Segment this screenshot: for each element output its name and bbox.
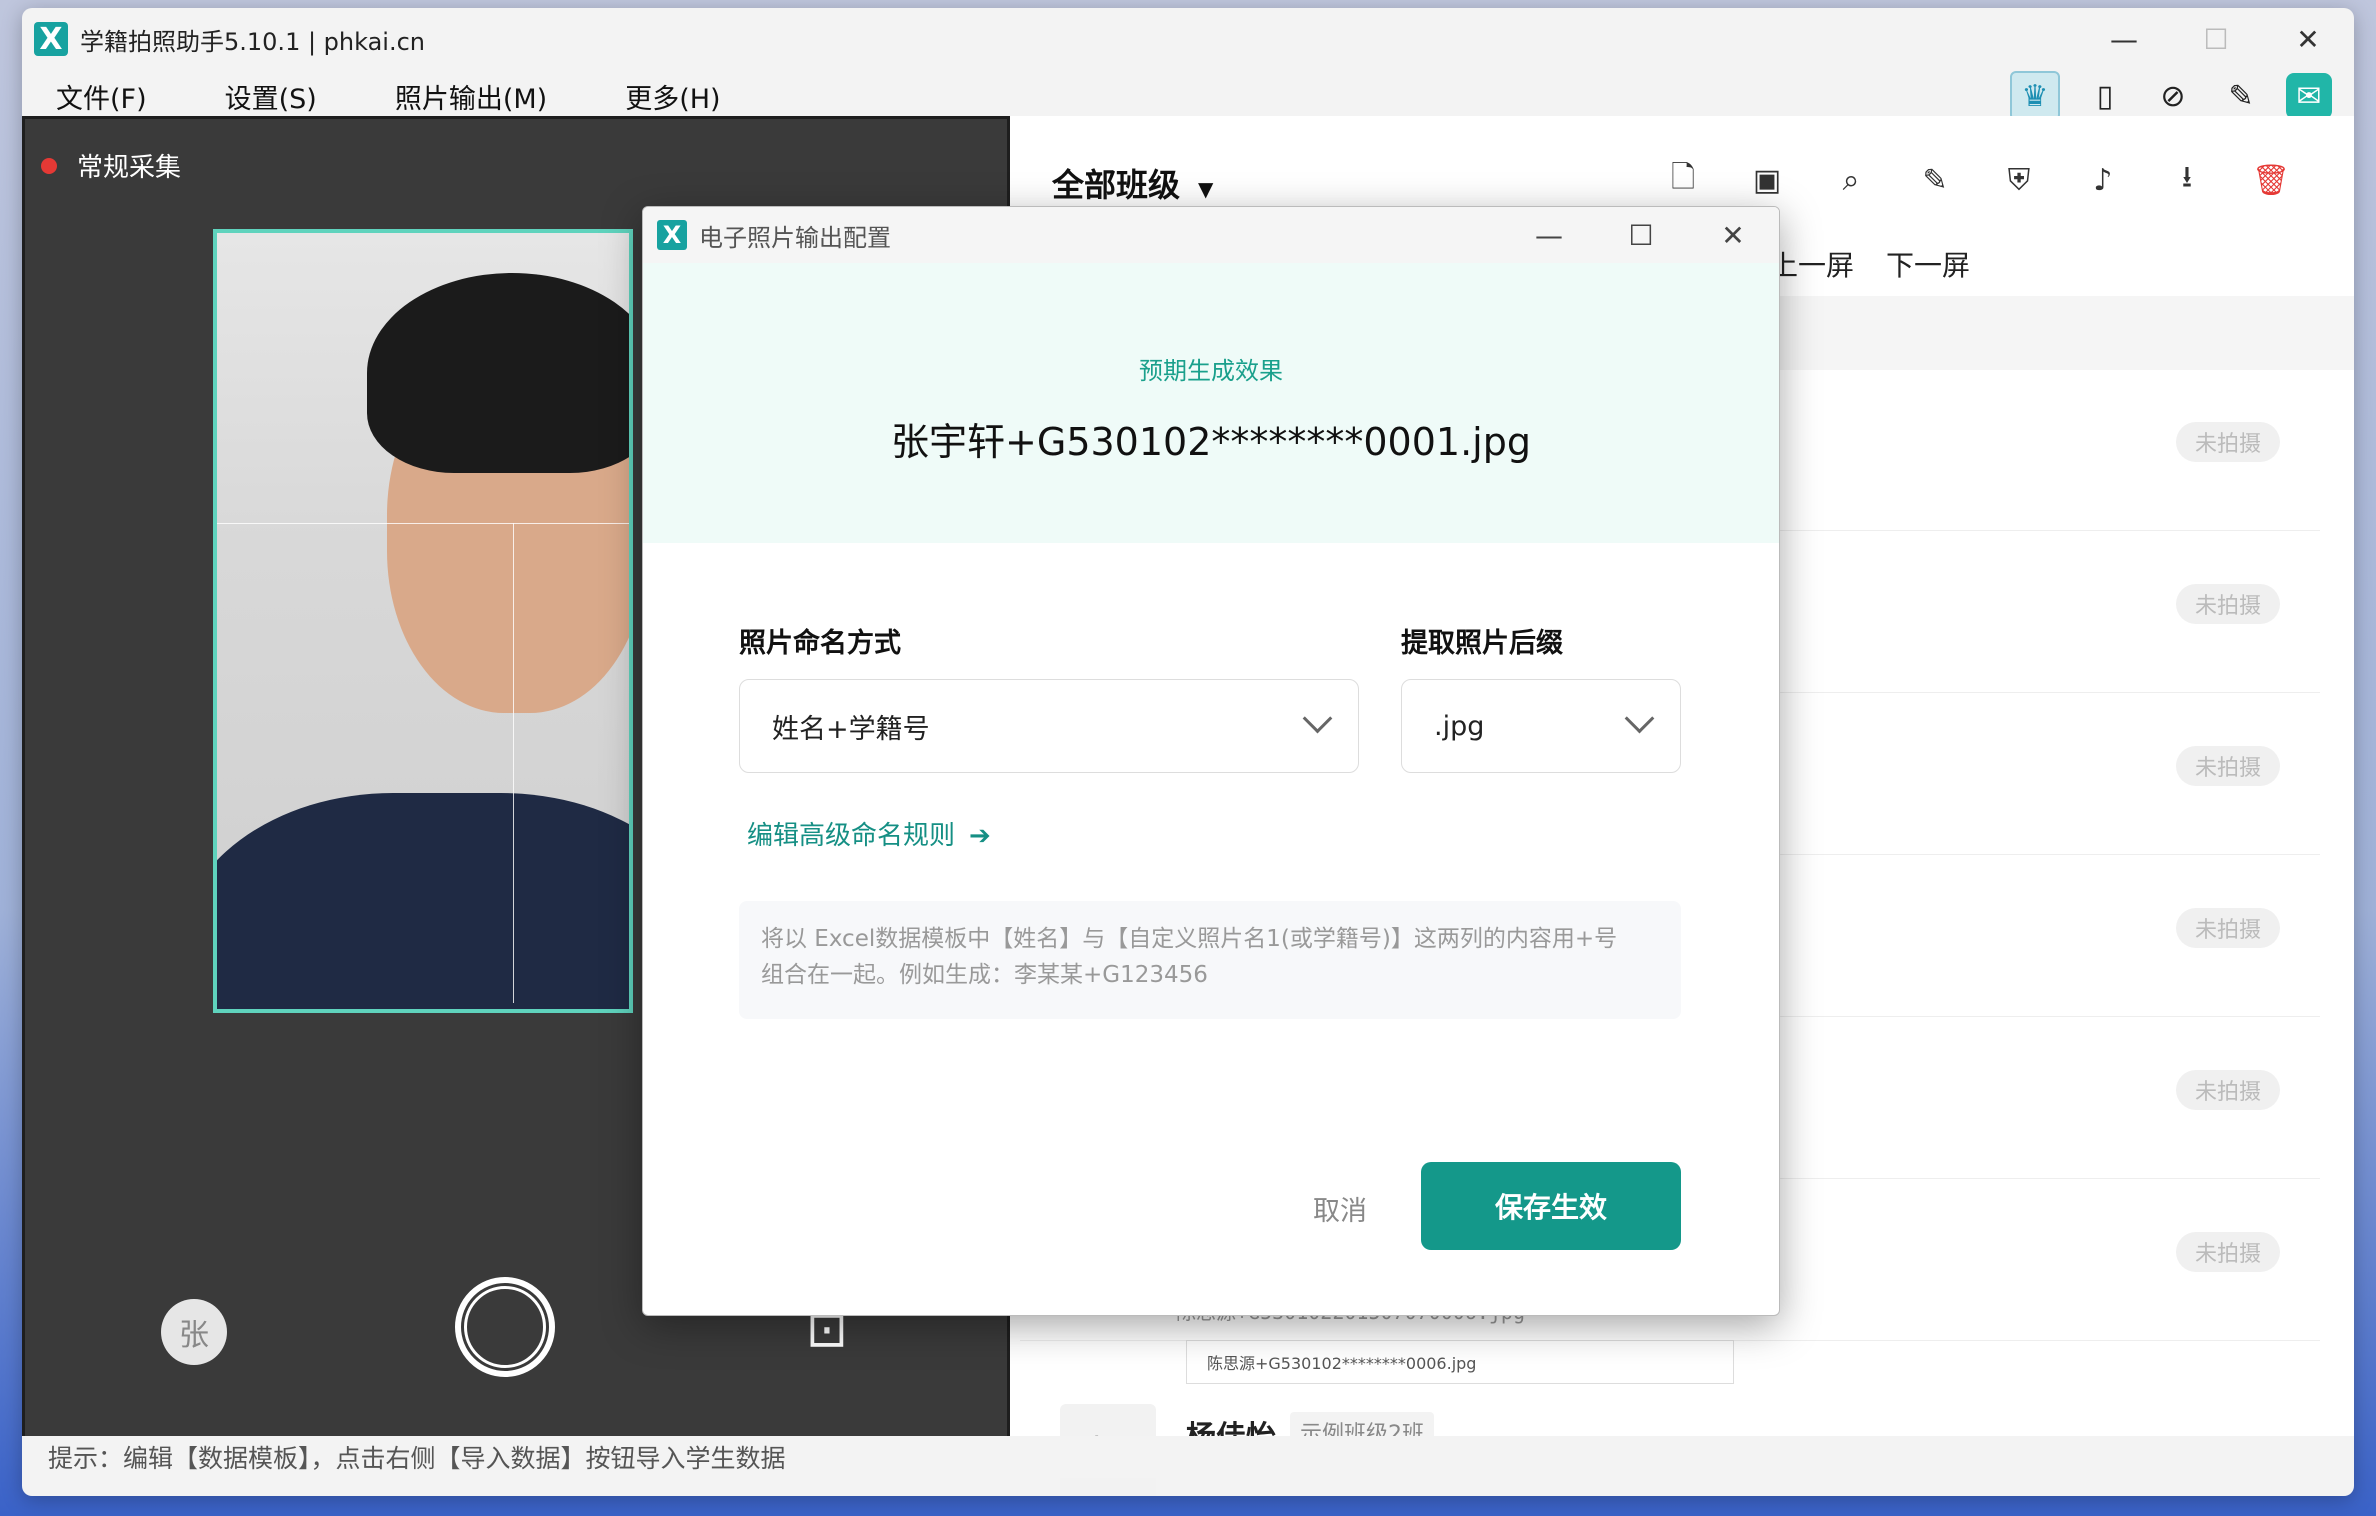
description-line-2: 组合在一起。例如生成：李某某+G123456 (761, 962, 1208, 988)
dialog-controls: — ☐ ✕ (1503, 207, 1779, 263)
dialog-title-bar: X 电子照片输出配置 — ☐ ✕ (643, 207, 1779, 263)
menu-file[interactable]: 文件(F) (56, 77, 147, 116)
capture-mode-label: 常规采集 (41, 147, 181, 184)
naming-select[interactable]: 姓名+学籍号 (739, 679, 1359, 773)
chevron-down-icon (1624, 703, 1655, 734)
cancel-button[interactable]: 取消 (1265, 1165, 1415, 1251)
tablet-icon[interactable]: ▯ (2082, 73, 2128, 119)
menu-bar: 文件(F) 设置(S) 照片输出(M) 更多(H) (22, 70, 2354, 122)
app-window: X 学籍拍照助手5.10.1 | phkai.cn — ☐ ✕ 文件(F) 设置… (22, 8, 2354, 1496)
panel-toolbar: 🗋 ▣ ⌕ ✎ ⛨ ♪ ⭳ 🗑 (1660, 160, 2294, 200)
arrow-right-icon: ➔ (969, 821, 991, 851)
preview-label: 预期生成效果 (1139, 357, 1283, 385)
camera-frame (213, 229, 633, 1013)
suffix-select-value: .jpg (1434, 710, 1485, 742)
capture-mode-text: 常规采集 (77, 153, 182, 183)
record-dot-icon (41, 157, 57, 174)
status-badge: 未拍摄 (2176, 422, 2280, 462)
new-file-icon[interactable]: 🗋 (1660, 160, 1706, 200)
dialog-title: 电子照片输出配置 (699, 223, 891, 252)
menu-more[interactable]: 更多(H) (625, 77, 720, 116)
dialog-minimize-button[interactable]: — (1503, 207, 1595, 263)
advanced-naming-link[interactable]: 编辑高级命名规则 ➔ (747, 815, 991, 852)
wechat-icon[interactable]: ✉ (2286, 73, 2332, 119)
status-badge: 未拍摄 (2176, 908, 2280, 948)
window-title: 学籍拍照助手5.10.1 | phkai.cn (80, 27, 426, 56)
save-button[interactable]: 保存生效 (1421, 1162, 1681, 1250)
description-line-1: 将以 Excel数据模板中【姓名】与【自定义照片名1(或学籍号)】这两列的内容用… (761, 926, 1618, 952)
output-config-dialog: X 电子照片输出配置 — ☐ ✕ 预期生成效果 张宇轩+G530102*****… (642, 206, 1780, 1316)
status-badge: 未拍摄 (2176, 746, 2280, 786)
trash-icon[interactable]: 🗑 (2248, 160, 2294, 200)
search-icon[interactable]: ⌕ (1828, 160, 1874, 200)
status-badge: 未拍摄 (2176, 1070, 2280, 1110)
crown-icon[interactable]: ♛ (2010, 71, 2060, 121)
menu-photo-output[interactable]: 照片输出(M) (395, 77, 547, 116)
save-icon[interactable]: ▣ (1744, 160, 1790, 200)
pencil-icon[interactable]: ✎ (1912, 160, 1958, 200)
shield-icon[interactable]: ⛨ (1996, 160, 2042, 200)
edit-box-icon[interactable]: ✎ (2218, 73, 2264, 119)
status-badge: 未拍摄 (2176, 1232, 2280, 1272)
naming-label: 照片命名方式 (739, 628, 901, 659)
download-icon[interactable]: ⭳ (2164, 160, 2210, 200)
suffix-select[interactable]: .jpg (1401, 679, 1681, 773)
close-button[interactable]: ✕ (2262, 8, 2354, 70)
preview-filename: 张宇轩+G530102********0001.jpg (891, 420, 1531, 464)
student-avatar-button[interactable]: 张 (161, 1299, 227, 1365)
status-hint: 提示：编辑【数据模板】，点击右侧【导入数据】按钮导入学生数据 (48, 1444, 786, 1473)
subject-hair (367, 273, 629, 473)
status-badge: 未拍摄 (2176, 584, 2280, 624)
link-icon[interactable]: ⊘ (2150, 73, 2196, 119)
subject-body (217, 793, 629, 1009)
naming-description: 将以 Excel数据模板中【姓名】与【自定义照片名1(或学籍号)】这两列的内容用… (739, 901, 1681, 1019)
preview-panel: 预期生成效果 张宇轩+G530102********0001.jpg (643, 263, 1779, 543)
advanced-naming-text: 编辑高级命名规则 (747, 821, 956, 851)
pager: 上一屏 下一屏 (1770, 244, 1970, 284)
caret-down-icon: ▼ (1198, 177, 1214, 201)
dialog-maximize-button[interactable]: ☐ (1595, 207, 1687, 263)
dialog-close-button[interactable]: ✕ (1687, 207, 1779, 263)
class-selector[interactable]: 全部班级 ▼ (1052, 160, 1213, 206)
status-bar: 提示：编辑【数据模板】，点击右侧【导入数据】按钮导入学生数据 (22, 1436, 2354, 1478)
title-bar: X 学籍拍照助手5.10.1 | phkai.cn — ☐ ✕ (22, 8, 2354, 70)
suffix-label: 提取照片后缀 (1401, 628, 1563, 659)
speaker-icon[interactable]: ♪ (2080, 160, 2126, 200)
class-selector-label: 全部班级 (1052, 166, 1181, 204)
dialog-logo: X (657, 220, 687, 250)
next-screen-button[interactable]: 下一屏 (1886, 244, 1970, 284)
prev-screen-button[interactable]: 上一屏 (1770, 244, 1854, 284)
guide-line-vertical (513, 523, 514, 1003)
maximize-button[interactable]: ☐ (2170, 8, 2262, 70)
shutter-button[interactable] (455, 1277, 555, 1377)
app-logo: X (34, 22, 68, 57)
chevron-down-icon (1302, 703, 1333, 734)
minimize-button[interactable]: — (2078, 8, 2170, 70)
menu-settings[interactable]: 设置(S) (225, 77, 317, 116)
naming-select-value: 姓名+学籍号 (772, 713, 930, 745)
photo-filename-box: 陈思源+G530102********0006.jpg (1186, 1340, 1734, 1384)
guide-line-horizontal (217, 523, 629, 524)
top-toolbar: ♛ ▯ ⊘ ✎ ✉ (2010, 70, 2332, 122)
window-controls: — ☐ ✕ (2078, 8, 2354, 70)
